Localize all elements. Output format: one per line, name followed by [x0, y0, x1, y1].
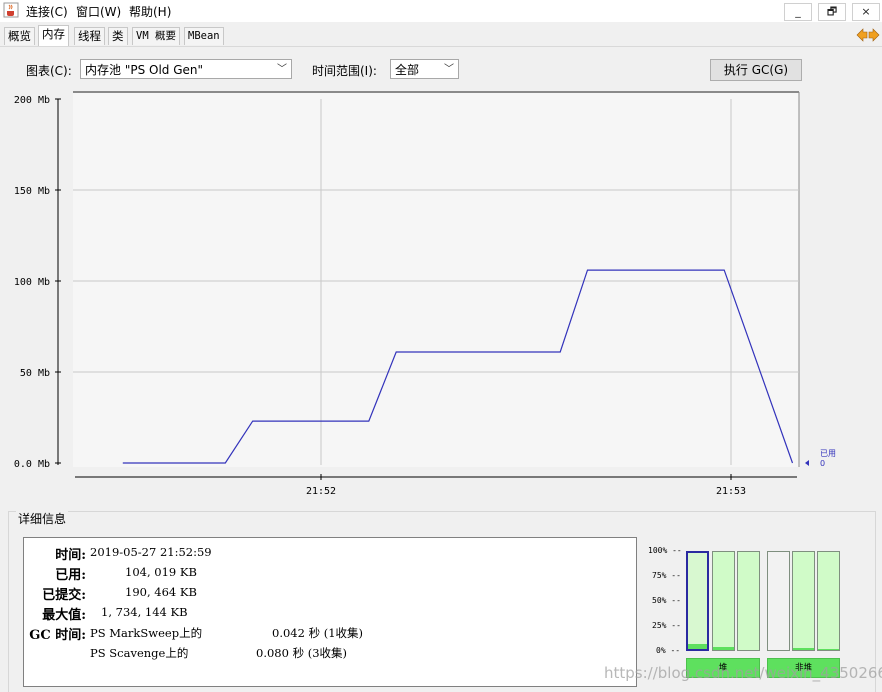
y-tick-label: 0.0 Mb [14, 459, 50, 470]
pct-label-50: 50% -- [652, 596, 681, 605]
legend-marker [805, 460, 809, 466]
pool-bar-fill [793, 648, 814, 650]
max-label: 最大值: [42, 608, 86, 623]
pool-bar-eden[interactable] [686, 551, 709, 651]
tab-mbean[interactable]: MBean [184, 27, 224, 45]
y-tick-label: 150 Mb [14, 186, 50, 197]
y-tick-label: 50 Mb [20, 368, 50, 379]
tab-classes[interactable]: 类 [108, 27, 128, 45]
y-tick-label: 200 Mb [14, 95, 50, 106]
pool-bar-code-cache[interactable] [792, 551, 815, 651]
pool-bar-old-gen[interactable] [737, 551, 760, 651]
chevron-down-icon: ﹀ [444, 64, 454, 75]
gc-row-scavenge-value: 0.080 秒 (3收集) [256, 646, 348, 660]
gc-row-marksweep-value: 0.042 秒 (1收集) [272, 626, 364, 640]
details-title: 详细信息 [16, 510, 69, 527]
y-tick-label: 100 Mb [14, 277, 50, 288]
pool-bar-metaspace[interactable] [767, 551, 790, 651]
menu-help[interactable]: 帮助(H) [129, 3, 171, 20]
close-button[interactable]: × [852, 3, 880, 21]
menu-connect[interactable]: 连接(C) [26, 3, 68, 20]
x-tick-label: 21:53 [716, 486, 746, 497]
time-label: 时间: [55, 548, 86, 563]
legend-label: 已用 [820, 449, 836, 458]
used-value: 104, 019 KB [125, 565, 197, 579]
pct-label-100: 100% -- [648, 546, 682, 555]
pool-bar-fill [713, 647, 734, 650]
pool-bar-class-space[interactable] [817, 551, 840, 651]
pct-label-0: 0% -- [656, 646, 681, 655]
gc-row-scavenge-name: PS Scavenge上的 [90, 646, 189, 660]
memory-chart: 200 Mb 150 Mb 100 Mb 50 Mb 0.0 Mb 21:52 21:53… [14, 91, 836, 497]
connection-status-icon[interactable] [856, 27, 880, 43]
tab-threads[interactable]: 线程 [74, 27, 105, 45]
plot-area [73, 92, 799, 467]
pct-label-25: 25% -- [652, 621, 681, 630]
pct-label-75: 75% -- [652, 571, 681, 580]
time-range-select[interactable]: 全部 ﹀ [390, 59, 459, 79]
tab-memory[interactable]: 内存 [38, 25, 69, 46]
pool-bar-fill [818, 649, 839, 650]
time-value: 2019-05-27 21:52:59 [90, 545, 212, 559]
minimize-button[interactable]: _ [784, 3, 812, 21]
chart-select-value: 内存池 "PS Old Gen" [85, 63, 204, 77]
used-label: 已用: [55, 568, 86, 583]
watermark: https://blog.csdn.net/weixin_43502661 [604, 664, 882, 682]
legend-value: 0 [820, 459, 825, 468]
restore-button[interactable]: 🗗 [818, 3, 846, 21]
time-range-label: 时间范围(I): [312, 64, 377, 78]
tab-overview[interactable]: 概览 [4, 27, 35, 45]
java-cup-icon [3, 2, 19, 18]
gc-row-marksweep-name: PS MarkSweep上的 [90, 626, 203, 640]
gc-time-label: GC 时间: [29, 628, 86, 643]
pool-bar-fill [688, 644, 707, 649]
perform-gc-button[interactable]: 执行 GC(G) [710, 59, 802, 81]
time-range-value: 全部 [395, 63, 420, 77]
menu-window[interactable]: 窗口(W) [76, 3, 121, 20]
chevron-down-icon: ﹀ [277, 64, 287, 75]
chart-select-label: 图表(C): [26, 64, 72, 78]
committed-label: 已提交: [42, 588, 86, 603]
tab-vm-summary[interactable]: VM 概要 [132, 27, 180, 45]
max-value: 1, 734, 144 KB [101, 605, 188, 619]
x-tick-label: 21:52 [306, 486, 336, 497]
committed-value: 190, 464 KB [125, 585, 197, 599]
pool-bar-survivor[interactable] [712, 551, 735, 651]
chart-select[interactable]: 内存池 "PS Old Gen" ﹀ [80, 59, 292, 79]
